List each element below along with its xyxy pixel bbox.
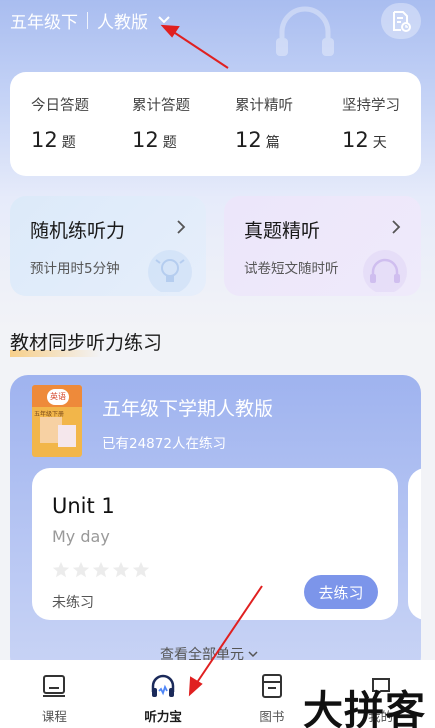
headphones-icon [151,674,175,697]
stat-today-answers: 今日答题 12 题 [10,94,110,176]
real-exam-listening-card[interactable]: 真题精听 试卷短文随时听 [224,196,421,296]
nav-label: 图书 [259,709,285,724]
star-icon [112,561,130,578]
stat-unit: 题 [162,135,177,151]
headphones-decoration-icon [363,250,407,292]
stat-value: 12 [31,128,58,152]
random-listening-card[interactable]: 随机练听力 预计用时5分钟 [10,196,206,296]
star-icon [92,561,110,578]
stat-label: 累计答题 [132,98,190,114]
textbook-cover: 英语 五年级下册 [32,385,82,457]
star-icon [72,561,90,578]
cover-text: 五年级下册 [34,411,65,418]
stat-unit: 篇 [265,135,280,151]
divider [87,11,88,29]
stat-label: 累计精听 [235,98,293,114]
nav-item-course[interactable]: 课程 [0,660,109,728]
nav-item-listening[interactable]: 听力宝 [109,660,218,728]
record-button[interactable] [381,3,421,39]
stat-study-streak: 坚持学习 12 天 [314,94,421,176]
stat-value: 12 [235,128,262,152]
course-learners: 已有24872人在练习 [102,436,226,452]
course-icon [43,675,66,697]
chevron-right-icon [392,220,401,234]
textbook-course-panel[interactable]: 英语 五年级下册 五年级下学期人教版 已有24872人在练习 Unit 1 My… [10,375,421,675]
stat-label: 坚持学习 [342,98,400,114]
unit-card[interactable]: Unit 1 My day 未练习 去练习 [32,468,398,620]
headphones-decoration-icon [276,6,334,56]
grade-label: 五年级下 [10,12,78,33]
cover-badge: 英语 [47,389,69,405]
chevron-down-icon [248,651,258,658]
nav-label: 听力宝 [144,709,182,724]
unit-status: 未练习 [52,595,94,611]
star-icon [132,561,150,578]
chevron-down-icon [158,16,170,24]
stat-value: 12 [132,128,159,152]
stat-label: 今日答题 [31,98,89,114]
unit-rating [52,561,150,579]
stat-intensive-listening: 累计精听 12 篇 [211,94,314,176]
section-title: 教材同步听力练习 [10,328,163,357]
edition-label: 人教版 [97,12,148,33]
stat-unit: 天 [372,135,387,151]
practice-button[interactable]: 去练习 [304,575,378,609]
stat-total-answers: 累计答题 12 题 [110,94,211,176]
next-unit-card[interactable] [408,468,421,620]
chevron-right-icon [177,220,186,234]
lightbulb-decoration-icon [148,250,192,292]
star-icon [52,561,70,578]
unit-name: Unit 1 [52,494,115,518]
nav-label: 课程 [41,709,67,724]
stat-value: 12 [342,128,369,152]
course-title: 五年级下学期人教版 [102,398,274,420]
stats-panel: 今日答题 12 题 累计答题 12 题 累计精听 12 篇 坚持学习 12 天 [10,72,421,176]
cover-block [58,425,76,447]
section-title-text: 教材同步听力练习 [10,332,163,354]
grade-selector[interactable]: 五年级下 人教版 [10,6,172,34]
document-clock-icon [393,11,411,32]
book-icon [261,674,282,698]
watermark: 大拼客 [303,687,426,728]
unit-topic: My day [52,527,110,546]
stat-unit: 题 [61,135,76,151]
